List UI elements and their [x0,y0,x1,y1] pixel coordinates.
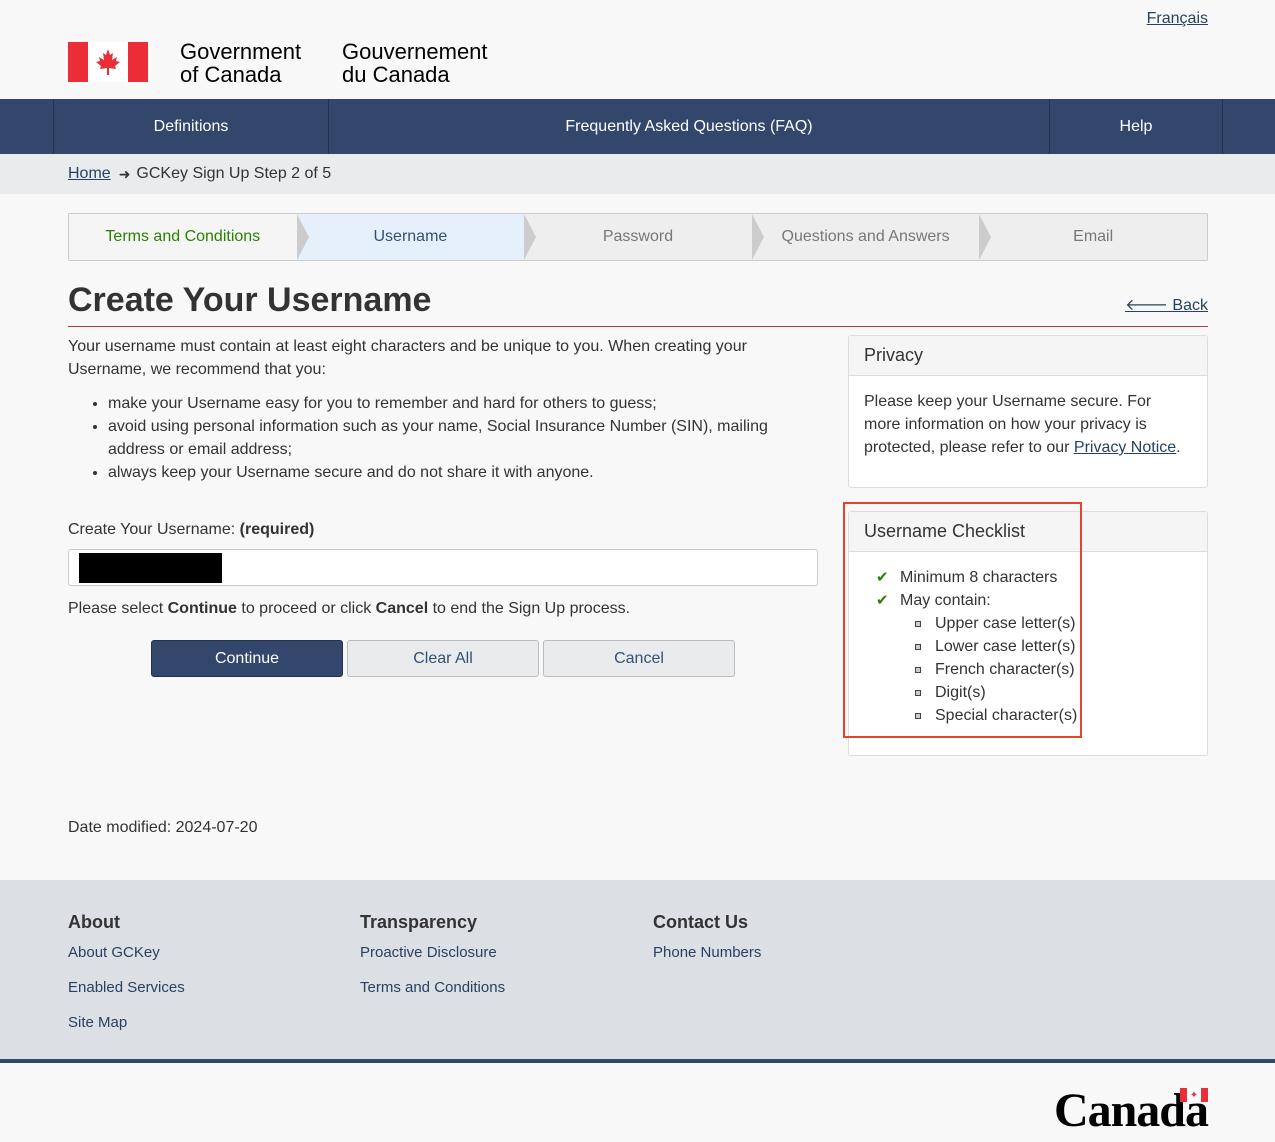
username-input[interactable] [68,549,818,586]
checklist-item-label: Minimum 8 characters [900,569,1058,586]
main-nav: Definitions Frequently Asked Questions (… [0,99,1275,154]
date-modified-label: Date modified: [68,819,172,836]
continue-button[interactable]: Continue [151,640,343,677]
step-username: Username [296,214,536,260]
checklist-subitem-label: French character(s) [935,661,1075,678]
footer-transparency-column: Transparency Proactive Disclosure Terms … [360,912,505,1013]
footer-link-terms-and-conditions[interactable]: Terms and Conditions [360,978,505,998]
footer-link-about-gckey[interactable]: About GCKey [68,943,185,963]
date-modified-value: 2024-07-20 [175,819,258,836]
step-email: Email [1073,228,1114,245]
instr-text-2: to proceed or click [236,600,376,617]
instr-text-1: Please select [68,600,168,617]
square-bullet-icon [915,689,921,696]
checklist-subitem: French character(s) [864,658,1192,681]
privacy-panel: Privacy Please keep your Username secure… [848,335,1208,488]
checklist-subitem: Upper case letter(s) [864,612,1192,635]
recommendation-list: make your Username easy for you to remem… [68,392,788,484]
square-bullet-icon [915,643,921,650]
field-label-text: Create Your Username: [68,521,236,538]
checkmark-icon: ✔ [876,592,889,609]
nav-definitions[interactable]: Definitions [53,99,329,154]
list-item: make your Username easy for you to remem… [108,392,788,415]
checklist-subitem-label: Digit(s) [935,684,986,701]
checklist-subitem-label: Special character(s) [935,707,1078,724]
list-item: avoid using personal information such as… [108,415,788,461]
privacy-notice-link[interactable]: Privacy Notice [1074,439,1176,456]
checkmark-icon: ✔ [876,569,889,586]
instructions: Your username must contain at least eigh… [68,335,788,484]
cancel-button[interactable]: Cancel [543,640,735,677]
back-link[interactable]: 🡐 Back [1125,294,1208,315]
language-toggle-link[interactable]: Français [1147,10,1208,28]
signature-en-line1: Government [180,39,302,64]
instr-continue: Continue [167,600,237,617]
site-footer: About About GCKey Enabled Services Site … [0,880,1275,1063]
footer-about-heading: About [68,912,120,932]
nav-help[interactable]: Help [1049,99,1223,154]
checklist-item: ✔ May contain: [864,589,1192,612]
arrow-left-icon: 🡐 [1125,297,1168,314]
breadcrumb-home-link[interactable]: Home [68,165,111,183]
checklist-title: Username Checklist [849,512,1207,552]
continue-instructions: Please select Continue to proceed or cli… [68,600,630,618]
step-terms-and-conditions: Terms and Conditions [69,214,309,260]
checklist-subitem: Digit(s) [864,681,1192,704]
footer-link-proactive-disclosure[interactable]: Proactive Disclosure [360,943,505,963]
government-signature-en: Government of Canada [180,40,301,86]
instr-text-3: to end the Sign Up process. [428,600,631,617]
checklist-subitem-label: Lower case letter(s) [935,638,1076,655]
square-bullet-icon [915,620,921,627]
square-bullet-icon [915,666,921,673]
list-item: always keep your Username secure and do … [108,461,788,484]
page-title: Create Your Username [68,281,432,319]
footer-contact-heading: Contact Us [653,912,749,932]
back-link-label: Back [1172,297,1208,314]
footer-about-column: About About GCKey Enabled Services Site … [68,912,185,1048]
footer-transparency-heading: Transparency [360,912,478,932]
checklist-subitem-label: Upper case letter(s) [935,615,1076,632]
government-signature-fr: Gouvernement du Canada [342,40,488,86]
checklist-subitem: Special character(s) [864,704,1192,727]
signature-fr-line1: Gouvernement [342,39,488,64]
breadcrumb-current: GCKey Sign Up Step 2 of 5 [136,165,332,182]
square-bullet-icon [915,712,921,719]
title-divider [68,326,1208,327]
privacy-panel-title: Privacy [849,336,1207,376]
clear-all-button[interactable]: Clear All [347,640,539,677]
checklist-subitem: Lower case letter(s) [864,635,1192,658]
required-indicator: (required) [239,521,315,538]
step-questions-and-answers: Questions and Answers [752,214,991,260]
signature-en-line2: of Canada [180,62,282,87]
checklist-item-label: May contain: [900,592,991,609]
signature-fr-line2: du Canada [342,62,450,87]
instr-cancel: Cancel [375,600,429,617]
arrow-right-icon: ➜ [118,165,131,182]
signup-progress-steps: Terms and Conditions Username Password Q… [68,213,1208,261]
wordmark-flag-icon: ✦ [1180,1088,1208,1102]
nav-faq[interactable]: Frequently Asked Questions (FAQ) [328,99,1050,154]
redacted-username-value [79,553,222,583]
privacy-text-end: . [1176,439,1181,456]
canada-flag-icon [68,42,148,82]
footer-link-phone-numbers[interactable]: Phone Numbers [653,943,761,963]
step-password: Password [524,214,764,260]
footer-contact-column: Contact Us Phone Numbers [653,912,761,978]
username-field-label: Create Your Username: (required) [68,521,314,539]
checklist-body: ✔ Minimum 8 characters ✔ May contain: Up… [849,552,1207,727]
footer-link-site-map[interactable]: Site Map [68,1013,185,1033]
date-modified: Date modified: 2024-07-20 [68,819,257,837]
footer-link-enabled-services[interactable]: Enabled Services [68,978,185,998]
username-checklist-panel: Username Checklist ✔ Minimum 8 character… [848,511,1208,756]
breadcrumb: Home ➜ GCKey Sign Up Step 2 of 5 [0,154,1275,194]
intro-text: Your username must contain at least eigh… [68,338,747,378]
site-header: Français Government of Canada Gouverneme… [0,0,1275,99]
privacy-panel-body: Please keep your Username secure. For mo… [849,376,1207,473]
checklist-item: ✔ Minimum 8 characters [864,566,1192,589]
